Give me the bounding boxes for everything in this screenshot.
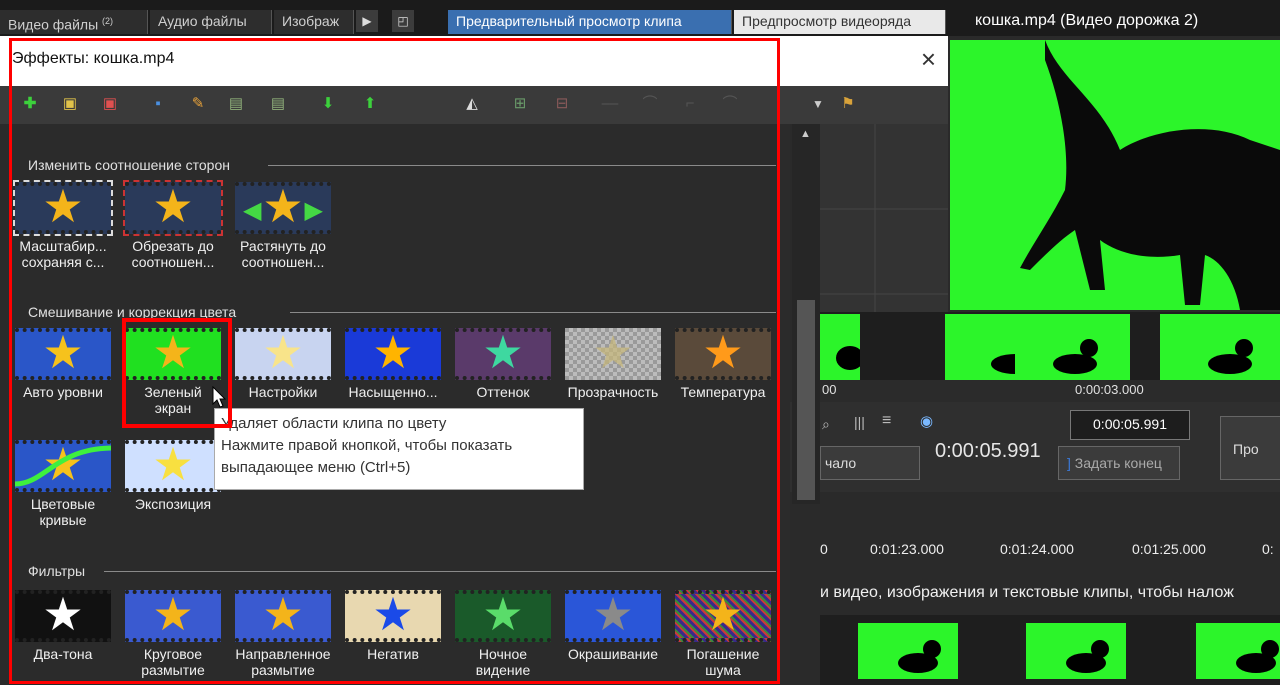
chevron-down-icon[interactable]: ▼ xyxy=(808,94,828,114)
clip-ruler: 00 0:00:03.000 xyxy=(820,380,1280,402)
preview-button[interactable]: Про xyxy=(1220,416,1280,480)
position-time: 0:00:05.991 xyxy=(935,440,1041,462)
ruler-tick: 0:00:03.000 xyxy=(1075,382,1144,397)
scrollbar-thumb[interactable] xyxy=(797,300,815,500)
tab-audio-files[interactable]: Аудио файлы xyxy=(150,10,272,34)
colors-icon[interactable]: ⚑ xyxy=(838,94,858,114)
ruler-tick: 00 xyxy=(822,382,837,397)
ruler-tick: 0 xyxy=(820,541,828,557)
tab-clip-preview[interactable]: Предварительный просмотр клипа xyxy=(448,10,732,34)
zoom-icon[interactable]: ⌕ xyxy=(822,416,830,433)
columns-icon[interactable]: ||| xyxy=(854,414,865,430)
clip-controls: ⌕ ||| ≡ ◉ 0:00:05.991 0:00:05.991 чало ]… xyxy=(780,402,1280,492)
tab-badge: (2) xyxy=(102,16,114,26)
ruler-tick: 0:01:23.000 xyxy=(870,541,944,557)
menu-icon[interactable]: ≡ xyxy=(882,412,891,430)
button-label: Про xyxy=(1233,441,1259,457)
tab-images[interactable]: Изображ xyxy=(274,10,354,34)
tab-sequence-preview[interactable]: Предпросмотр видеоряда xyxy=(734,10,946,34)
highlight-frame-green-screen xyxy=(122,318,232,428)
preview-title: кошка.mp4 (Видео дорожка 2) xyxy=(975,12,1199,29)
set-start-button[interactable]: чало xyxy=(820,446,920,480)
tab-label: Предпросмотр видеоряда xyxy=(742,13,912,29)
tab-label: Изображ xyxy=(282,13,340,29)
clip-thumbnails-strip xyxy=(820,312,1280,382)
close-icon[interactable]: × xyxy=(921,44,936,75)
tab-label: Видео файлы xyxy=(8,16,99,33)
eye-icon[interactable]: ◉ xyxy=(920,412,933,430)
track-clip[interactable] xyxy=(1196,623,1280,679)
tab-label: Аудио файлы xyxy=(158,13,247,29)
scroll-up-icon[interactable]: ▲ xyxy=(800,128,811,140)
mouse-cursor-icon xyxy=(212,386,226,408)
ruler-tick: 0:01:25.000 xyxy=(1132,541,1206,557)
end-time-field[interactable]: 0:00:05.991 xyxy=(1070,410,1190,440)
clip-thumbnail xyxy=(1015,314,1130,380)
undock-button[interactable]: ◰ xyxy=(392,10,414,32)
tab-label: Предварительный просмотр клипа xyxy=(456,13,682,29)
track-clip[interactable] xyxy=(1026,623,1126,679)
set-end-button[interactable]: ] Задать конец xyxy=(1058,446,1180,480)
bracket-icon: ] xyxy=(1067,455,1071,471)
ruler-tick: 0: xyxy=(1262,541,1274,557)
cat-silhouette-image xyxy=(1020,40,1280,310)
undock-icon: ◰ xyxy=(397,14,409,28)
timeline-hint: и видео, изображения и текстовые клипы, … xyxy=(820,584,1234,601)
tab-video-files[interactable]: Видео файлы (2) xyxy=(0,10,148,34)
video-preview xyxy=(950,40,1280,310)
timeline-ruler: 0 0:01:23.000 0:01:24.000 0:01:25.000 0: xyxy=(820,535,1280,565)
clip-thumbnail xyxy=(820,314,864,380)
ruler-tick: 0:01:24.000 xyxy=(1000,541,1074,557)
play-right-icon: ▶ xyxy=(362,14,372,28)
video-track[interactable] xyxy=(820,615,1280,685)
clip-thumbnail xyxy=(1160,314,1280,380)
button-label: чало xyxy=(825,455,857,471)
track-clip[interactable] xyxy=(858,623,958,679)
tabs-scroll-right-button[interactable]: ▶ xyxy=(356,10,378,32)
button-label: Задать конец xyxy=(1074,455,1162,471)
